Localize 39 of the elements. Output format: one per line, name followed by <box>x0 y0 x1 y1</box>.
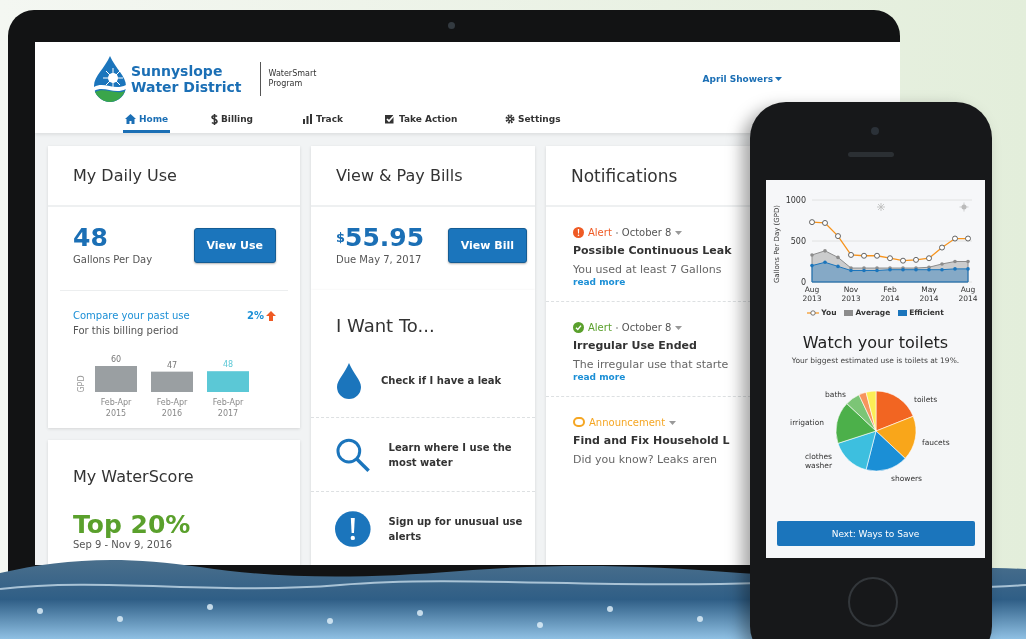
bar-category-label: Feb-Apr 2016 <box>156 398 188 418</box>
bar-value-label: 60 <box>110 355 122 364</box>
usage-unit: Gallons Per Day <box>73 254 153 265</box>
notification-text: The irregular use that starte <box>573 358 730 371</box>
logo-text: Sunnyslope <box>131 63 224 79</box>
notification-title: Possible Continuous Leak <box>573 244 733 257</box>
tick-label: 1000 <box>785 196 806 205</box>
axis-label: GPD <box>77 375 86 393</box>
notification-date: October 8 <box>621 227 672 238</box>
bar-category-label: Feb-Apr 2015 <box>100 398 132 418</box>
period-text: For this billing period <box>72 324 180 336</box>
card-title: Notifications <box>571 165 678 186</box>
notification-type: Alert <box>588 227 612 238</box>
due-date: Due May 7, 2017 <box>336 254 423 265</box>
notification-type: Announcement <box>589 417 666 428</box>
usage-value: 48 <box>73 225 109 251</box>
change-value: 2% <box>247 310 264 321</box>
notification-title: Find and Fix Household L <box>573 434 731 447</box>
card-title: My Daily Use <box>73 166 177 185</box>
program-name: Program <box>268 79 304 89</box>
program-name: WaterSmart <box>268 69 317 79</box>
notification-title: Irregular Use Ended <box>573 339 698 352</box>
notification-date: October 8 <box>621 322 672 333</box>
bar-value-label: 47 <box>166 360 178 370</box>
card-title: My WaterScore <box>72 466 195 486</box>
card-title: I Want To... <box>335 314 436 338</box>
notification-text: You used at least 7 Gallons <box>573 263 723 276</box>
card-title: View & Pay Bills <box>336 166 463 185</box>
logo-text: Water District <box>131 79 242 95</box>
bar-category-label: Feb-Apr 2017 <box>212 398 244 418</box>
score-dates: Sep 9 - Nov 9, 2016 <box>72 539 174 550</box>
tick-label: 500 <box>790 237 806 246</box>
notification-type: Alert <box>588 322 612 333</box>
tick-label: 0 <box>800 278 806 287</box>
tip-headline: Watch your toilets <box>802 333 949 352</box>
notification-text: Did you know? Leaks aren <box>573 453 718 466</box>
score-rank: Top 20% <box>72 509 192 539</box>
bill-amount: $55.95 <box>336 225 425 251</box>
bar-value-label: 48 <box>222 360 234 370</box>
